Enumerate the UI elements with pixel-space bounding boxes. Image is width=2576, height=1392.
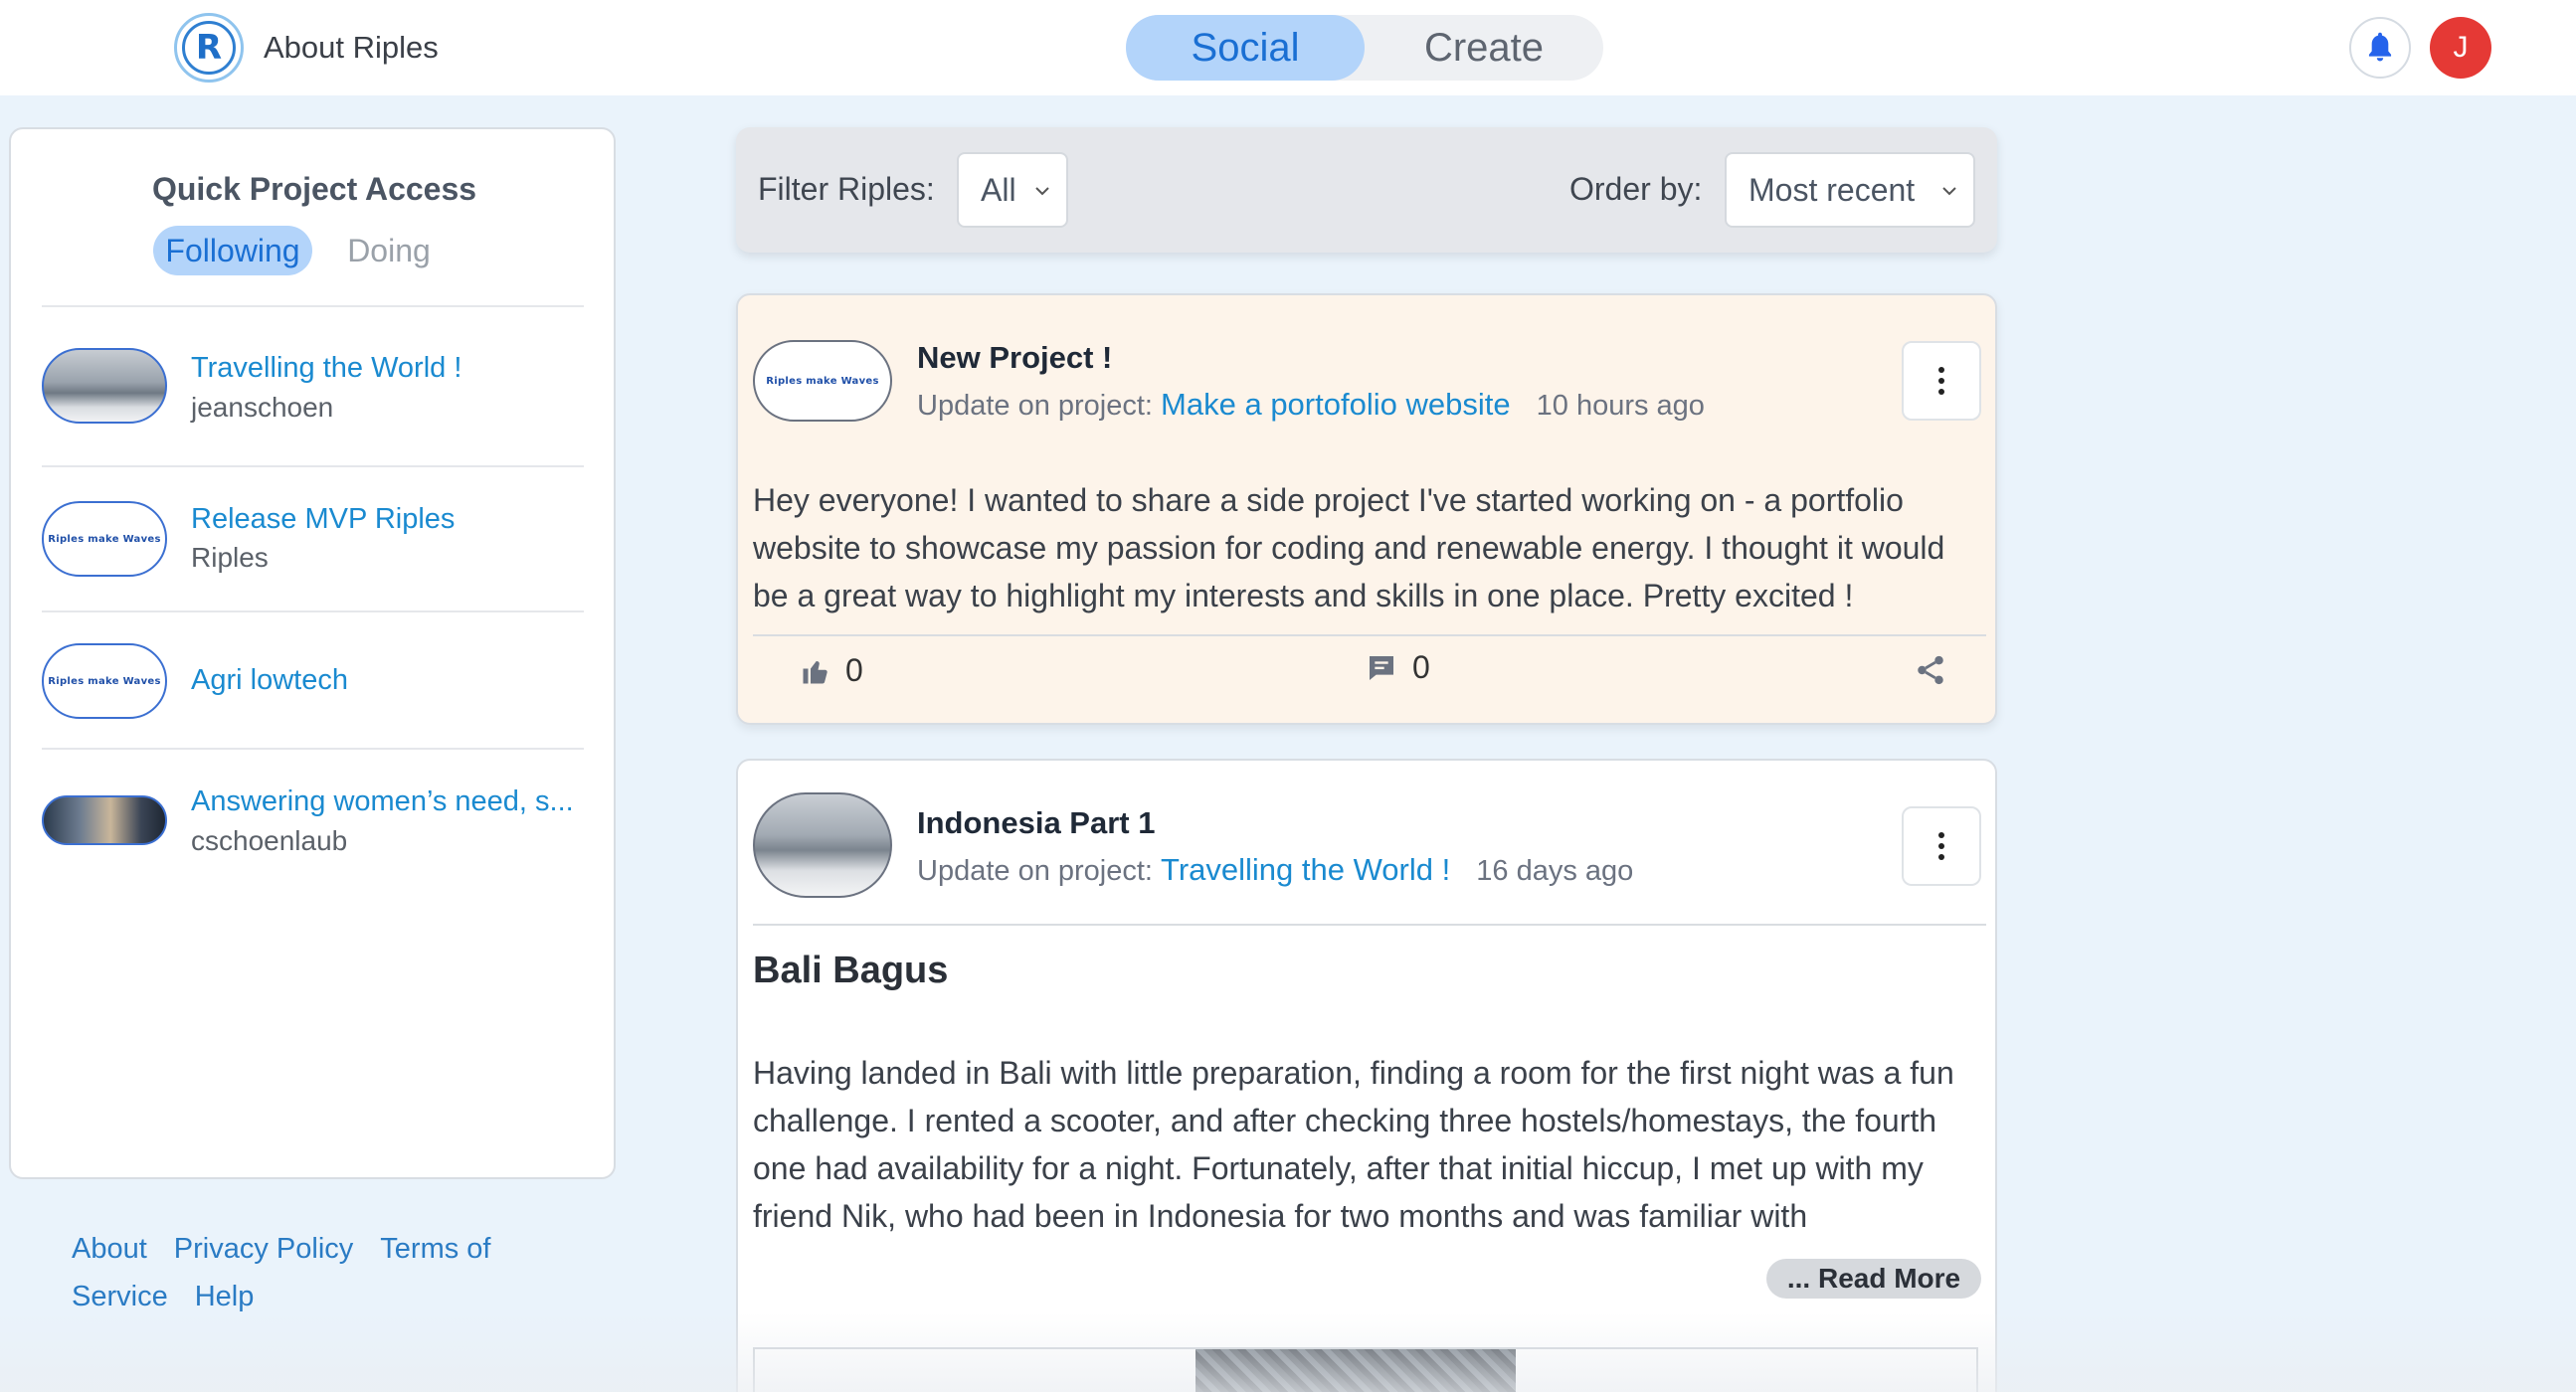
post-body: Hey everyone! I wanted to share a side p…	[753, 482, 1945, 613]
riples-logo-text: Riples make Waves	[766, 375, 879, 387]
filter-label: Filter Riples:	[758, 171, 935, 207]
order-value: Most recent	[1748, 171, 1916, 208]
project-thumbnail	[42, 348, 167, 424]
divider	[42, 748, 584, 750]
footer-about-link[interactable]: About	[72, 1233, 147, 1265]
post-title: Indonesia Part 1	[917, 805, 1156, 840]
footer-links: About Privacy Policy Terms of Service Help	[72, 1225, 569, 1320]
riples-logo[interactable]: R	[174, 13, 244, 83]
tab-create[interactable]: Create	[1365, 15, 1603, 81]
like-count: 0	[845, 652, 863, 688]
tab-following[interactable]: Following	[153, 226, 312, 275]
post-body: Having landed in Bali with little prepar…	[753, 1055, 1954, 1234]
post-meta: Update on project: Make a portofolio web…	[917, 387, 1705, 423]
post-options-button[interactable]	[1902, 806, 1981, 886]
quick-item-release-mvp-riples[interactable]: Riples make Waves Release MVP Riples Rip…	[42, 487, 584, 587]
post-timestamp: 10 hours ago	[1536, 390, 1705, 422]
bell-icon	[2368, 32, 2392, 62]
project-owner: cschoenlaub	[191, 825, 348, 856]
post-meta: Update on project: Travelling the World …	[917, 852, 1633, 888]
divider	[42, 305, 584, 307]
post-avatar[interactable]: Riples make Waves	[753, 340, 892, 422]
notifications-button[interactable]	[2349, 17, 2411, 79]
top-bar: R About Riples Social Create J	[0, 0, 2576, 95]
quick-item-agri-lowtech[interactable]: Riples make Waves Agri lowtech	[42, 631, 584, 731]
feed-post: Riples make Waves New Project ! Update o…	[736, 293, 1997, 725]
project-name[interactable]: Answering women’s need, s...	[191, 785, 574, 818]
share-icon	[1918, 655, 1943, 685]
mode-toggle: Social Create	[1126, 15, 1603, 81]
filter-bar: Filter Riples: All Order by: Most recent	[736, 127, 1997, 253]
riples-logo-thumbnail: Riples make Waves	[42, 501, 167, 577]
project-link[interactable]: Make a portofolio website	[1161, 387, 1511, 422]
post-heading: Bali Bagus	[753, 950, 949, 991]
logo-letter: R	[182, 21, 236, 75]
tab-doing[interactable]: Doing	[334, 226, 444, 275]
quick-item-answering-womens-need[interactable]: Answering women’s need, s... cschoenlaub	[42, 776, 584, 875]
riples-logo-text: Riples make Waves	[48, 533, 161, 545]
like-button[interactable]: 0	[800, 652, 863, 689]
project-owner: Riples	[191, 542, 269, 573]
more-vertical-icon	[1938, 367, 1944, 395]
chevron-down-icon	[1942, 187, 1956, 196]
comment-icon	[1370, 655, 1393, 680]
project-link[interactable]: Travelling the World !	[1161, 852, 1450, 887]
project-owner: jeanschoen	[191, 392, 334, 423]
update-prefix: Update on project:	[917, 855, 1153, 887]
post-avatar[interactable]	[753, 792, 892, 898]
riples-logo-text: Riples make Waves	[48, 675, 161, 687]
tab-social[interactable]: Social	[1126, 15, 1365, 81]
filter-value: All	[981, 171, 1016, 208]
divider	[42, 465, 584, 467]
order-select[interactable]: Most recent	[1725, 152, 1975, 228]
quick-project-access-panel: Quick Project Access Following Doing Tra…	[9, 127, 616, 1179]
feed-post: Indonesia Part 1 Update on project: Trav…	[736, 759, 1997, 1392]
post-timestamp: 16 days ago	[1476, 855, 1634, 887]
more-vertical-icon	[1938, 832, 1944, 860]
post-image	[753, 1347, 1978, 1392]
project-name[interactable]: Release MVP Riples	[191, 503, 455, 536]
footer-privacy-link[interactable]: Privacy Policy	[174, 1233, 354, 1265]
user-avatar[interactable]: J	[2430, 17, 2491, 79]
riples-logo-thumbnail: Riples make Waves	[42, 643, 167, 719]
project-name[interactable]: Agri lowtech	[191, 664, 348, 697]
quick-item-travelling-the-world[interactable]: Travelling the World ! jeanschoen	[42, 338, 584, 437]
post-image-content	[1196, 1349, 1516, 1392]
divider	[753, 634, 1986, 636]
post-options-button[interactable]	[1902, 341, 1981, 421]
project-name[interactable]: Travelling the World !	[191, 352, 461, 385]
share-button[interactable]	[1914, 653, 1961, 687]
read-more-button[interactable]: ... Read More	[1766, 1259, 1981, 1299]
update-prefix: Update on project:	[917, 390, 1153, 422]
post-title: New Project !	[917, 340, 1113, 375]
divider	[753, 924, 1986, 926]
filter-select[interactable]: All	[957, 152, 1068, 228]
comment-button[interactable]: 0	[1365, 649, 1430, 686]
about-riples-link[interactable]: About Riples	[264, 30, 439, 66]
comment-count: 0	[1412, 649, 1430, 685]
divider	[42, 610, 584, 612]
quick-access-title: Quick Project Access	[151, 171, 477, 207]
chevron-down-icon	[1035, 187, 1049, 196]
order-label: Order by:	[1569, 171, 1703, 207]
thumbs-up-icon	[803, 660, 828, 683]
footer-help-link[interactable]: Help	[195, 1281, 255, 1312]
project-thumbnail	[42, 795, 167, 845]
